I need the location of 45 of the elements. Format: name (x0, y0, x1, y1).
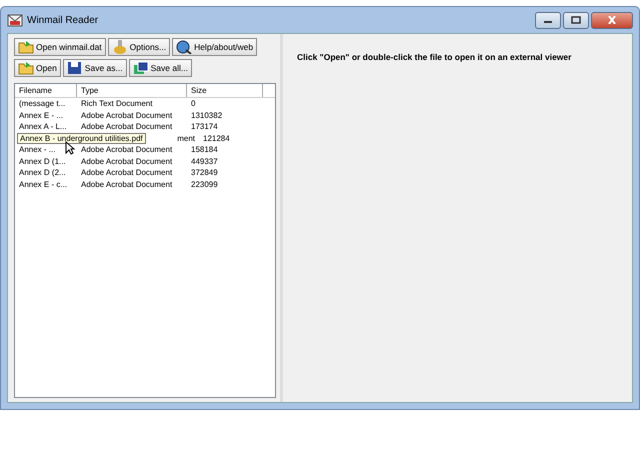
table-cell: 1310382 (191, 110, 222, 120)
column-header[interactable]: Type (77, 84, 187, 97)
table-cell: Annex A - L... (19, 122, 67, 131)
table-cell: Adobe Acrobat Document (81, 145, 172, 154)
folder-icon (18, 61, 34, 75)
table-cell: Adobe Acrobat Document (81, 168, 172, 177)
window-title: Winmail Reader (27, 14, 98, 26)
toolbar-button[interactable]: Options... (108, 38, 170, 56)
envelope-icon (7, 12, 23, 28)
hint-text: Click "Open" or double-click the file to open it on an external viewer (297, 52, 572, 62)
close-button[interactable] (591, 12, 633, 28)
table-cell: Annex D (2... (19, 168, 66, 177)
table-cell-text: ment (176, 132, 196, 144)
table-cell: 449337 (191, 156, 218, 166)
table-cell: Adobe Acrobat Document (81, 122, 172, 131)
table-cell: Adobe Acrobat Document (81, 180, 172, 188)
column-header[interactable]: Filename (15, 84, 77, 97)
close-icon (607, 16, 617, 24)
table-cell: Rich Text Document (81, 99, 152, 108)
mouse-pointer-icon (65, 141, 75, 155)
table-cell: 158184 (191, 145, 218, 154)
table-cell: 0 (191, 99, 196, 108)
toolbar-button[interactable]: Help/about/web (172, 38, 258, 56)
table-cell: Annex - ... (19, 145, 56, 154)
table-cell: 372849 (191, 168, 218, 177)
toolbar-button[interactable]: Save all... (128, 59, 192, 77)
table-cell: Adobe Acrobat Document (81, 156, 172, 166)
table-cell: Adobe Acrobat Document (81, 110, 172, 120)
floppy-disks-icon (132, 61, 149, 75)
table-cell: Annex D (1... (19, 156, 66, 166)
table-cell: 121284 (203, 134, 230, 142)
toolbar-button[interactable]: Open winmail.dat (14, 38, 106, 56)
column-header[interactable]: Size (187, 84, 263, 97)
table-cell: Annex E - ... (19, 110, 64, 120)
minimize-button[interactable] (535, 12, 561, 28)
folder-icon (18, 40, 34, 54)
maximize-icon (571, 16, 581, 24)
toolbar-button[interactable]: Save as... (62, 59, 127, 77)
maximize-button[interactable] (563, 12, 589, 28)
tooltip: Annex B - underground utilities.pdf (17, 132, 146, 144)
table-cell: 223099 (191, 180, 218, 188)
table-cell: Annex E - c... (19, 180, 68, 188)
toolbar-button[interactable]: Open (14, 59, 61, 77)
table-cell: 173174 (191, 122, 218, 131)
table-cell: (message t... (19, 99, 66, 108)
